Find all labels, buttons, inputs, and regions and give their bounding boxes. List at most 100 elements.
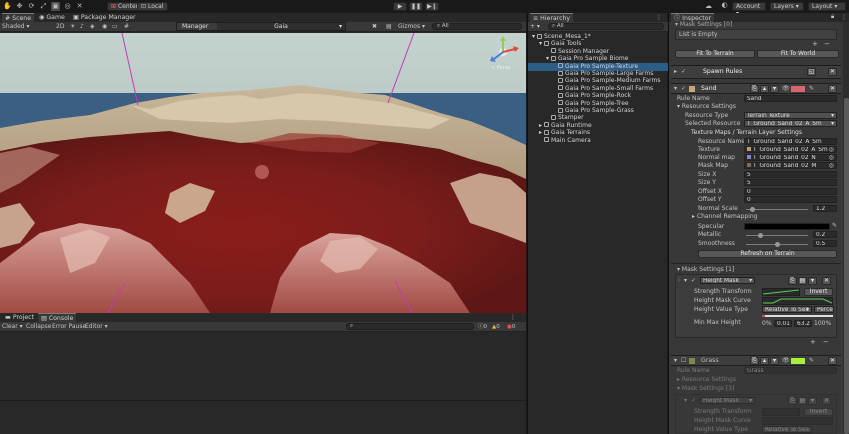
offset-y-input[interactable]: 0 (744, 196, 837, 203)
remove-spawn-rules-button[interactable]: ✕ (828, 68, 837, 76)
foldout-arrow-icon[interactable]: ▾ (684, 397, 687, 404)
object-picker-icon[interactable]: ◎ (829, 163, 834, 168)
tab-game[interactable]: ◉ Game (36, 13, 68, 22)
editor-dropdown[interactable]: Editor ▾ (85, 323, 108, 331)
move-up-button[interactable]: ▴ (760, 85, 769, 93)
remove-mask-button[interactable]: ✕ (822, 397, 831, 405)
resource-settings-foldout[interactable]: ▸ Resource Settings (677, 376, 736, 384)
move-up-button[interactable]: ▴ (760, 357, 769, 365)
paste-mask-button[interactable]: ▤ (798, 397, 807, 405)
rule-grass-header[interactable]: ▾ ☐ Grass ⎘ ▴ ▾ 👁︎ ✎ ✕ (671, 355, 841, 366)
height-mask-curve-field[interactable] (762, 297, 833, 305)
selected-resource-dropdown[interactable]: T_Ground_Sand_02_A_Sm ▾ (744, 120, 837, 127)
tab-project[interactable]: ▬ Project (2, 313, 37, 322)
paste-mask-button[interactable]: ▤ (798, 277, 807, 285)
resource-type-dropdown[interactable]: Terrain Texture ▾ (744, 112, 837, 119)
remove-mask-icon[interactable]: − (823, 338, 829, 346)
rotate-tool-icon[interactable]: ⟳ (27, 2, 36, 11)
duplicate-rule-button[interactable]: ⎘ (750, 357, 759, 365)
collab-icon[interactable]: ☁ (704, 2, 713, 11)
normal-scale-slider[interactable] (746, 209, 808, 210)
remove-rule-button[interactable]: ✕ (828, 85, 837, 93)
shading-mode-dropdown[interactable]: Shaded ▾ (2, 23, 30, 31)
spawn-rules-header[interactable]: ▸ ✓ Spawn Rules ◱ ✕ (671, 65, 841, 79)
remove-mask-button[interactable]: ✕ (822, 277, 831, 285)
smoothness-knob[interactable] (775, 242, 780, 247)
move-down-button[interactable]: ▾ (770, 85, 779, 93)
object-picker-icon[interactable]: ◎ (829, 155, 834, 160)
tab-package-manager[interactable]: ▣ Package Manager (70, 13, 139, 22)
fit-to-terrain-button[interactable]: Fit To Terrain (675, 50, 755, 58)
normal-scale-knob[interactable] (750, 207, 755, 212)
foldout-arrow-icon[interactable]: ▸ (674, 68, 677, 76)
move-tool-icon[interactable]: ✥ (15, 2, 24, 11)
move-down-button[interactable]: ▾ (808, 397, 817, 405)
checkbox-icon[interactable]: ☐ (681, 357, 686, 365)
hierarchy-search-input[interactable]: ⌕ All (548, 23, 664, 30)
hand-tool-icon[interactable]: ✋ (3, 2, 12, 11)
mask-settings-0-header[interactable]: ▾ Mask Settings [0] (675, 21, 732, 29)
layout-dropdown[interactable]: Layout ▾ (808, 2, 846, 11)
more-menu-icon[interactable]: ⋮ (656, 14, 662, 21)
foldout-arrow-icon[interactable]: ▾ (674, 85, 677, 93)
collapse-toggle[interactable]: Collapse (26, 323, 52, 331)
rule-color-swatch[interactable] (791, 86, 805, 92)
pause-button[interactable]: ❚❚ (409, 2, 423, 11)
min-max-range-bar[interactable] (762, 315, 833, 317)
copy-mask-button[interactable]: ⎘ (788, 397, 797, 405)
remove-mask-icon[interactable]: − (824, 40, 830, 48)
mask-type-dropdown[interactable]: Height Mask ▾ (700, 397, 755, 404)
audio-icon[interactable]: ♪ (80, 23, 84, 31)
height-value-type-dropdown[interactable]: Relative To Sea (762, 426, 812, 433)
create-button[interactable]: + ▾ (530, 23, 540, 31)
lighting-icon[interactable]: ☀ (70, 23, 75, 31)
refresh-on-terrain-button[interactable]: Refresh on Terrain (698, 250, 837, 258)
strength-curve-field[interactable] (762, 408, 800, 416)
move-down-button[interactable]: ▾ (808, 277, 817, 285)
services-icon[interactable]: ◐ (720, 1, 729, 10)
play-button[interactable]: ▶ (393, 2, 407, 11)
rule-sand-header[interactable]: ▾ ✓ Sand ⎘ ▴ ▾ 👁︎ ✎ ✕ (671, 83, 841, 94)
resource-settings-foldout[interactable]: ▾ Resource Settings (677, 103, 736, 111)
overlay-dropdown[interactable]: Gaia ▾ (217, 23, 345, 30)
2d-toggle[interactable]: 2D (56, 23, 64, 31)
resource-name-input[interactable]: T_Ground_Sand_02_A_Sm (744, 138, 837, 145)
strength-curve-field[interactable] (762, 288, 800, 296)
eye-icon[interactable]: 👁︎ (782, 357, 790, 365)
add-mask-icon[interactable]: + (810, 338, 816, 346)
height-unit-dropdown[interactable]: Perce (814, 306, 834, 313)
duplicate-rule-button[interactable]: ⎘ (750, 85, 759, 93)
inspector-scrollbar[interactable] (843, 22, 849, 434)
more-menu-icon[interactable]: ⋮ (510, 314, 516, 321)
step-button[interactable]: ▶❙ (425, 2, 439, 11)
checkmark-icon[interactable]: ✓ (691, 277, 696, 284)
persp-label[interactable]: < Persp (491, 65, 511, 71)
clear-button[interactable]: Clear ▾ (2, 323, 23, 331)
eye-icon[interactable]: 👁︎ (782, 85, 790, 93)
copy-mask-button[interactable]: ⎘ (788, 277, 797, 285)
smoothness-input[interactable]: 0.5 (813, 240, 837, 247)
remove-rule-button[interactable]: ✕ (828, 357, 837, 365)
more-menu-icon[interactable]: ⋮ (841, 14, 847, 21)
pivot-local-button[interactable]: ⊡ Local (137, 2, 168, 11)
mask-map-field[interactable]: T_Ground_Sand_02_M ◎ (744, 162, 837, 169)
hidden-objects-icon[interactable]: ◉ (102, 23, 107, 31)
rect-tool-icon[interactable]: ▣ (51, 2, 60, 11)
console-search-input[interactable]: ⌕ (346, 323, 474, 330)
error-count[interactable]: ●0 (507, 323, 515, 331)
fit-to-world-button[interactable]: Fit To World (757, 50, 839, 58)
min-height-input[interactable]: 0.01 (774, 320, 792, 327)
display-icon[interactable]: ▤ (386, 23, 392, 31)
gaia-manager-overlay[interactable]: Manager Gaia ▾ (176, 22, 346, 31)
invert-button[interactable]: Invert (804, 408, 833, 416)
channel-remapping-foldout[interactable]: ▸ Channel Remapping (692, 213, 757, 221)
checkmark-icon[interactable]: ✓ (681, 85, 686, 93)
scene-viewport[interactable]: < Persp (0, 33, 526, 313)
checkmark-icon[interactable]: ✓ (691, 397, 696, 404)
rule-color-swatch[interactable] (791, 358, 805, 364)
foldout-arrow-icon[interactable]: ▾ (674, 357, 677, 365)
foldout-arrow-icon[interactable]: ▾ (684, 277, 687, 284)
metallic-knob[interactable] (758, 233, 763, 238)
tab-scene[interactable]: # Scene (2, 13, 35, 22)
offset-x-input[interactable]: 0 (744, 188, 837, 195)
